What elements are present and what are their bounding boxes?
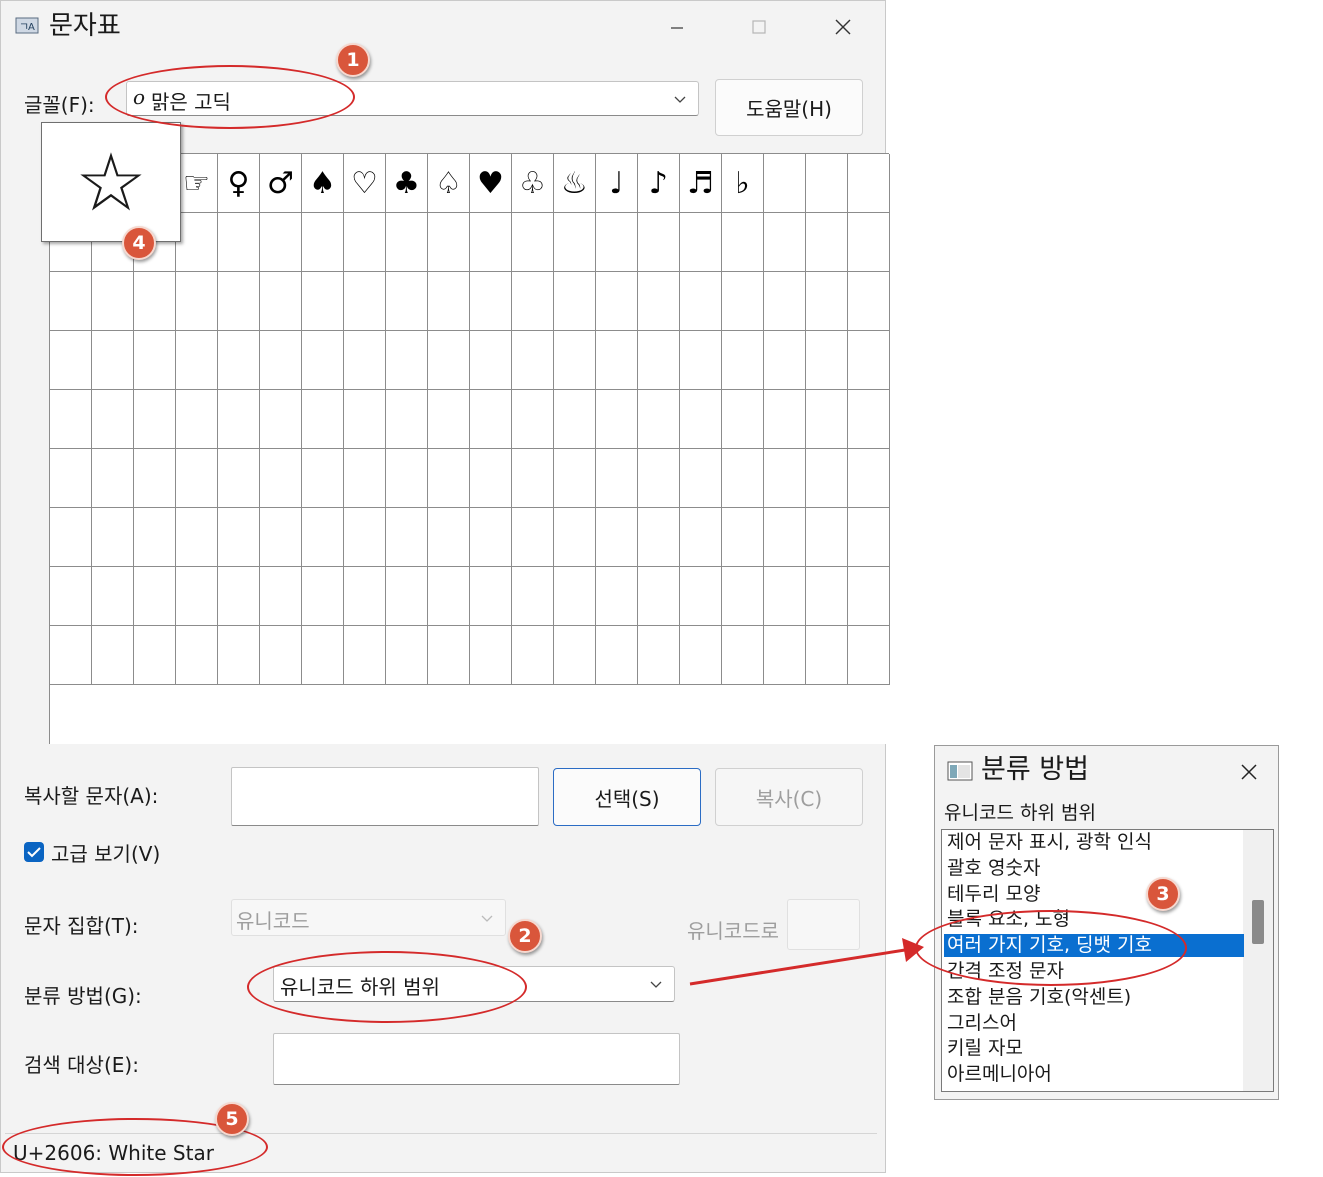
annotation-badge-4: 4: [122, 226, 156, 260]
annotation-badge-5: 5: [215, 1102, 249, 1136]
annotation-arrow: [689, 938, 924, 986]
annotation-badge-3: 3: [1146, 877, 1180, 911]
annotation-badge-2: 2: [508, 919, 542, 953]
annotation-badge-1: 1: [336, 43, 370, 77]
